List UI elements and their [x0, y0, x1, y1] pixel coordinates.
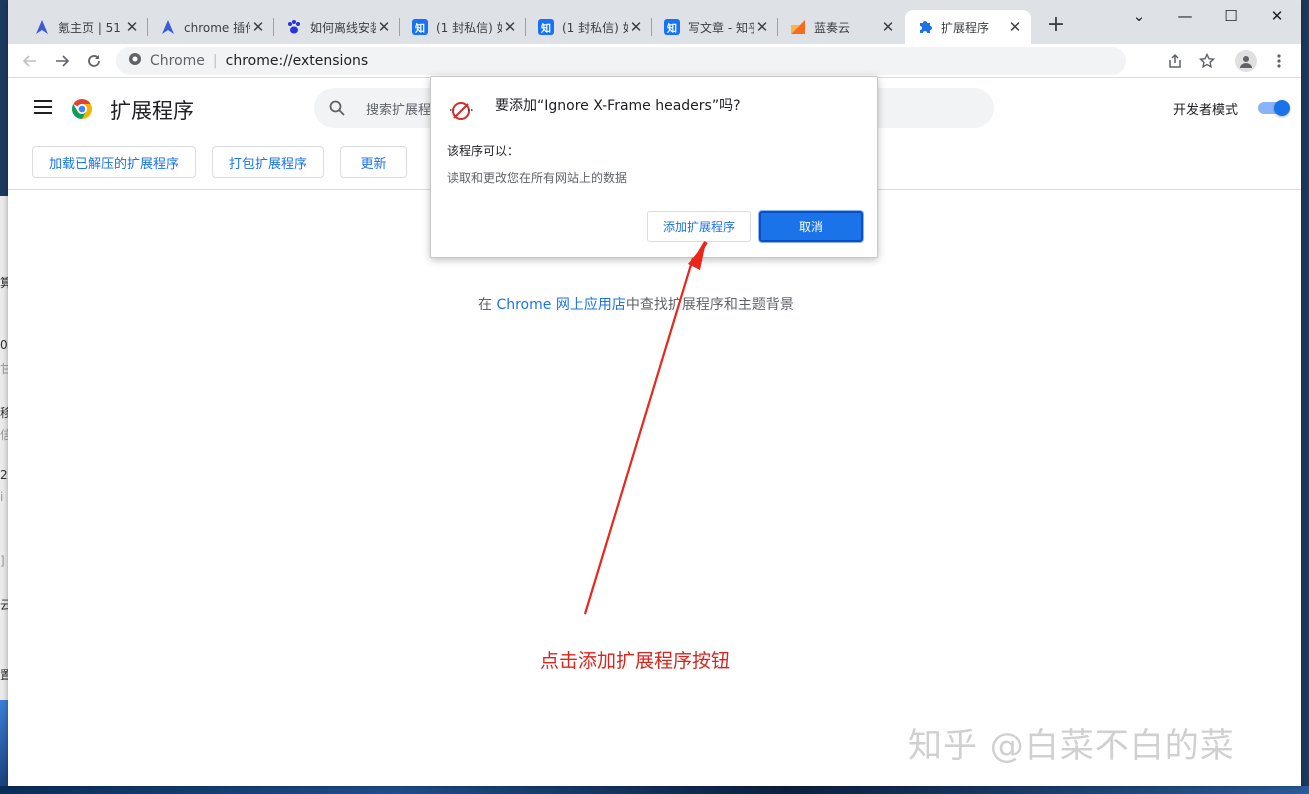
watermark: 知乎 @白菜不白的菜: [908, 726, 1235, 766]
annotation-label: 点击添加扩展程序按钮: [540, 650, 731, 672]
annotation-arrow: [583, 240, 708, 615]
